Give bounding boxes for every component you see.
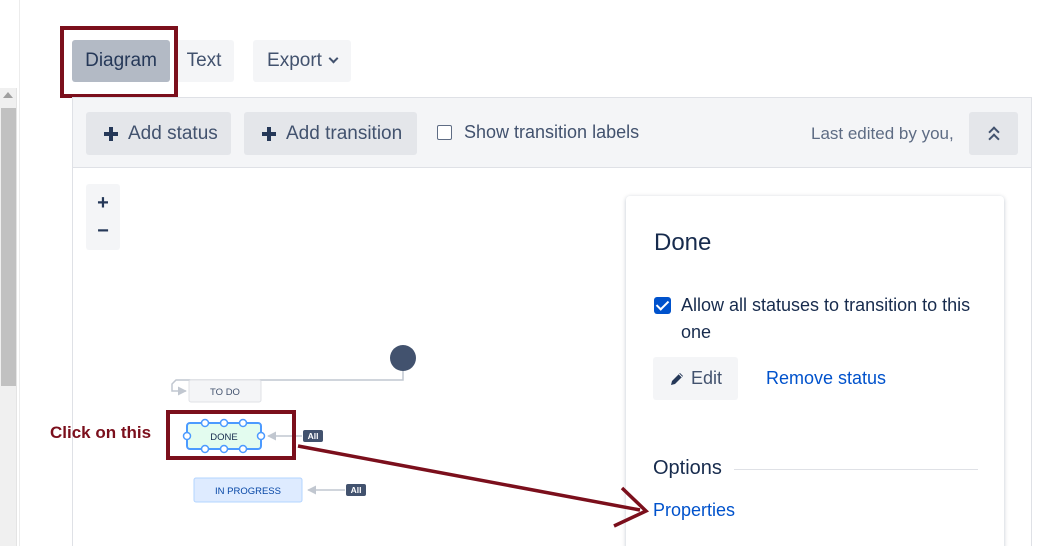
- allow-all-checkbox[interactable]: [654, 297, 671, 314]
- all-badge-done: All: [303, 430, 323, 442]
- remove-status-link[interactable]: Remove status: [766, 368, 886, 389]
- status-done-label: DONE: [210, 432, 237, 443]
- status-properties-panel: Done Allow all statuses to transition to…: [626, 196, 1004, 546]
- all-badge-in-progress: All: [346, 484, 366, 496]
- connection-handle[interactable]: [256, 431, 266, 441]
- panel-title: Done: [654, 229, 712, 256]
- connection-handle[interactable]: [219, 418, 229, 428]
- edit-label: Edit: [690, 368, 723, 388]
- connection-handle[interactable]: [182, 431, 192, 441]
- status-todo-label: TO DO: [210, 387, 240, 398]
- connection-handle[interactable]: [219, 444, 229, 454]
- properties-link[interactable]: Properties: [653, 500, 735, 521]
- start-node: [390, 345, 416, 371]
- options-divider: [734, 469, 978, 470]
- status-done[interactable]: DONE: [182, 418, 266, 454]
- connection-handle[interactable]: [200, 444, 210, 454]
- pencil-icon: [670, 372, 683, 385]
- edit-button[interactable]: Edit: [653, 357, 738, 400]
- status-in-progress[interactable]: IN PROGRESS: [193, 477, 303, 503]
- annotation-click-label: Click on this: [50, 423, 152, 442]
- status-todo[interactable]: TO DO: [188, 379, 262, 403]
- connection-handle[interactable]: [200, 418, 210, 428]
- all-badge-label: All: [351, 485, 362, 495]
- allow-all-label: Allow all statuses to transition to this…: [681, 295, 971, 342]
- options-heading: Options: [653, 457, 722, 479]
- all-badge-label: All: [308, 431, 319, 441]
- status-in-progress-label: IN PROGRESS: [215, 486, 281, 497]
- allow-all-statuses-option[interactable]: Allow all statuses to transition to this…: [654, 292, 984, 346]
- connection-handle[interactable]: [238, 444, 248, 454]
- connection-handle[interactable]: [238, 418, 248, 428]
